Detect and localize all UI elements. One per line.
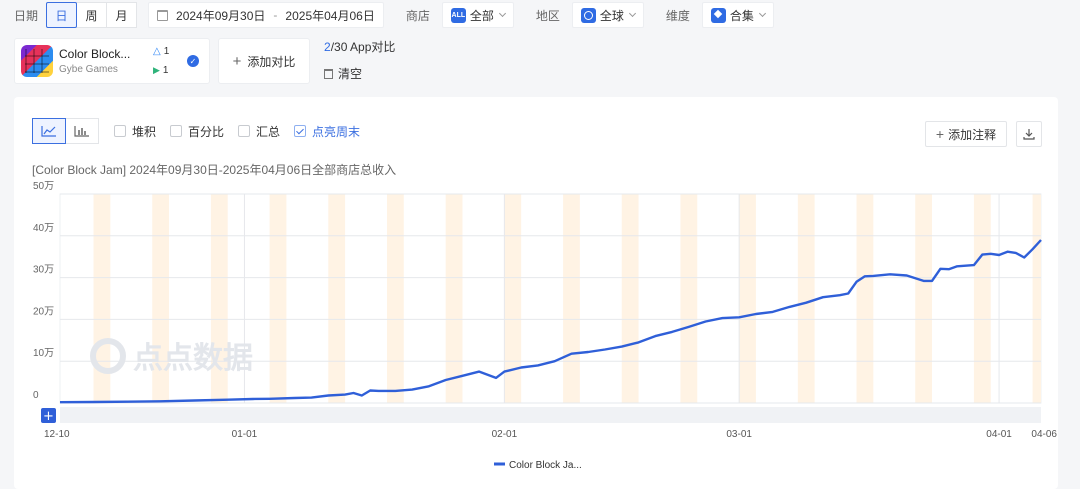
y-tick-label: 10万 [33, 348, 54, 359]
x-tick-label: 04-06 [1031, 429, 1057, 440]
weekend-band [1032, 194, 1041, 403]
zoom-slider-track [60, 407, 1041, 423]
line-chart-icon [41, 126, 56, 137]
weekend-band [269, 194, 287, 403]
weekend-band [915, 194, 932, 403]
y-tick-label: 20万 [33, 306, 54, 317]
revenue-line-chart: 0 10万 20万 30万 40万 50万 12-10 01-01 02-01 03-01 04-0… [33, 181, 1057, 471]
weekend-band [621, 194, 639, 403]
weekend-band [680, 194, 698, 403]
x-tick-label: 03-01 [726, 429, 752, 440]
watermark: 点点数据 [133, 341, 253, 376]
weekend-band [797, 194, 815, 403]
plus-icon: + [43, 409, 54, 424]
weekend-band [973, 194, 991, 403]
y-tick-label: 40万 [33, 223, 54, 234]
weekend-band [856, 194, 874, 403]
weekend-band [328, 194, 346, 403]
weekend-band [445, 194, 463, 403]
x-tick-label: 02-01 [492, 429, 518, 440]
line-chart-button[interactable] [32, 118, 66, 144]
y-tick-label: 50万 [33, 181, 54, 192]
weekend-band [563, 194, 580, 403]
granularity-day-button[interactable]: 日 [46, 2, 78, 28]
x-tick-label: 12-10 [44, 429, 70, 440]
weekend-band [739, 194, 756, 403]
y-tick-label: 0 [33, 390, 39, 401]
y-tick-label: 30万 [33, 265, 54, 276]
x-tick-label: 01-01 [232, 429, 258, 440]
weekend-band [387, 194, 404, 403]
legend-label: Color Block Ja... [509, 460, 582, 471]
x-tick-label: 04-01 [986, 429, 1012, 440]
